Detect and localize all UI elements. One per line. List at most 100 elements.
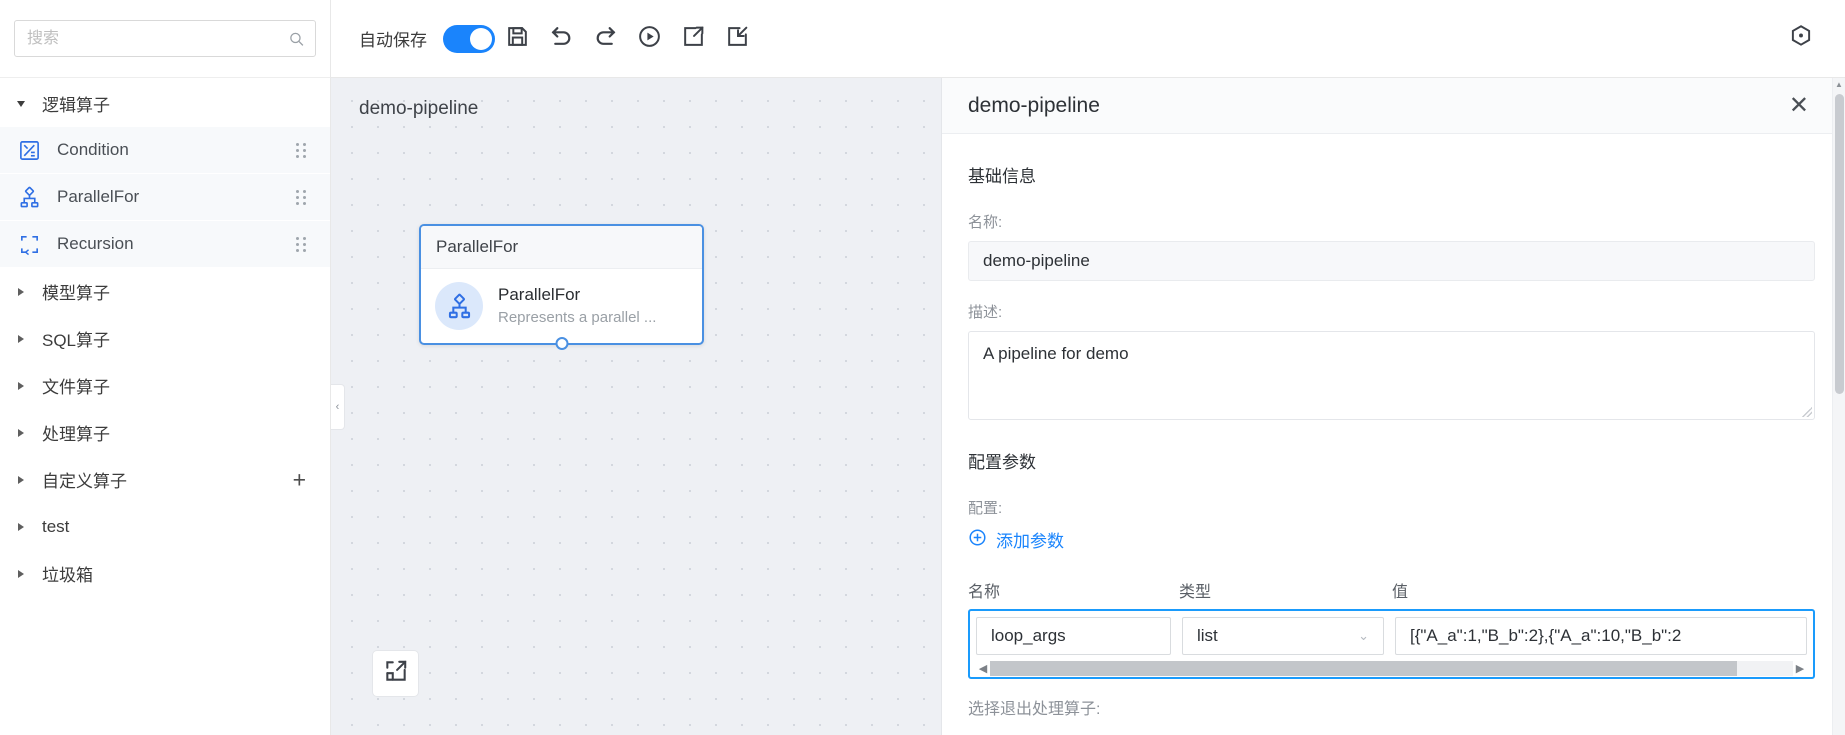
export-button[interactable] [671, 17, 715, 61]
parameter-horizontal-scrollbar[interactable]: ◀ ▶ [976, 660, 1807, 677]
drag-handle-icon[interactable] [296, 237, 308, 251]
close-icon[interactable]: ✕ [1783, 90, 1815, 122]
pipeline-canvas[interactable]: demo-pipeline ParallelFor [331, 78, 941, 735]
sidebar-group-label: 处理算子 [42, 420, 110, 445]
canvas-pipeline-title: demo-pipeline [359, 98, 478, 120]
chevron-left-icon: ‹ [336, 401, 340, 413]
sidebar-group-process[interactable]: 处理算子 [0, 409, 330, 456]
scrollbar-track[interactable] [990, 661, 1793, 676]
sidebar-item-parallelfor[interactable]: ParallelFor [0, 174, 330, 221]
scroll-left-icon[interactable]: ◀ [976, 662, 990, 675]
params-section-title: 配置参数 [968, 448, 1815, 473]
settings-button[interactable] [1779, 17, 1823, 61]
editor-body: demo-pipeline ParallelFor [331, 78, 1845, 735]
import-button[interactable] [715, 17, 759, 61]
column-header-value: 值 [1392, 578, 1815, 602]
scroll-right-icon[interactable]: ▶ [1793, 662, 1807, 675]
operator-sidebar: 逻辑算子 Condition [0, 0, 331, 735]
toggle-knob [470, 28, 492, 50]
run-button[interactable] [627, 17, 671, 61]
chevron-down-icon [14, 101, 28, 107]
search-area [0, 0, 330, 78]
panel-scrollbar-thumb[interactable] [1835, 94, 1844, 394]
sidebar-group-label: 逻辑算子 [42, 91, 110, 116]
sidebar-group-label: 垃圾箱 [42, 561, 93, 586]
chevron-right-icon [14, 523, 28, 531]
import-box-arrow-in-icon [725, 24, 750, 54]
autosave-toggle[interactable] [443, 25, 495, 53]
search-icon [288, 30, 305, 47]
parameter-row-container: loop_args list ⌄ [{"A_a":1,"B_b":2},{"A_… [968, 609, 1815, 679]
sidebar-item-label: Condition [57, 140, 129, 160]
toolbar: 自动保存 [331, 0, 1845, 78]
redo-arrow-icon [593, 24, 618, 54]
panel-header: demo-pipeline ✕ [942, 78, 1845, 134]
name-input[interactable]: demo-pipeline [968, 241, 1815, 281]
sidebar-item-condition[interactable]: Condition [0, 127, 330, 174]
sidebar-item-label: Recursion [57, 234, 134, 254]
name-field-label: 名称: [968, 211, 1815, 232]
parameter-table-headers: 名称 类型 值 [968, 578, 1815, 602]
drag-handle-icon[interactable] [296, 143, 308, 157]
sidebar-group-label: 模型算子 [42, 279, 110, 304]
node-description: Represents a parallel ... [498, 307, 656, 328]
node-header: ParallelFor [421, 226, 702, 269]
redo-button[interactable] [583, 17, 627, 61]
search-input[interactable] [15, 21, 315, 56]
recursion-icon [18, 233, 41, 256]
chevron-down-icon: ⌄ [1358, 628, 1369, 644]
description-field-label: 描述: [968, 301, 1815, 322]
floppy-save-icon [505, 24, 530, 54]
add-parameter-button[interactable]: 添加参数 [968, 527, 1064, 552]
sidebar-item-label: ParallelFor [57, 187, 139, 207]
sidebar-group-label: 文件算子 [42, 373, 110, 398]
sidebar-group-logic[interactable]: 逻辑算子 [0, 80, 330, 127]
save-button[interactable] [495, 17, 539, 61]
plus-circle-icon [968, 528, 987, 552]
fit-to-screen-button[interactable] [372, 650, 419, 697]
sidebar-group-trash[interactable]: 垃圾箱 [0, 550, 330, 597]
parallel-for-icon [435, 282, 483, 330]
play-circle-icon [637, 24, 662, 54]
panel-vertical-scrollbar[interactable]: ▲ [1832, 78, 1845, 735]
drag-handle-icon[interactable] [296, 190, 308, 204]
basic-info-section-title: 基础信息 [968, 162, 1815, 187]
exit-operator-label: 选择退出处理算子: [968, 695, 1815, 719]
sidebar-group-test[interactable]: test [0, 503, 330, 550]
panel-title: demo-pipeline [968, 94, 1783, 118]
sidebar-group-sql[interactable]: SQL算子 [0, 315, 330, 362]
chevron-right-icon [14, 335, 28, 343]
param-value-input[interactable]: [{"A_a":1,"B_b":2},{"A_a":10,"B_b":2 [1395, 617, 1807, 655]
undo-arrow-icon [549, 24, 574, 54]
chevron-right-icon [14, 476, 28, 484]
chevron-right-icon [14, 570, 28, 578]
chevron-right-icon [14, 382, 28, 390]
description-textarea[interactable]: A pipeline for demo [968, 331, 1815, 420]
sidebar-group-custom[interactable]: 自定义算子 + [0, 456, 330, 503]
sidebar-group-file[interactable]: 文件算子 [0, 362, 330, 409]
column-header-type: 类型 [1179, 578, 1392, 602]
sidebar-collapse-handle[interactable]: ‹ [331, 384, 345, 430]
param-type-select[interactable]: list ⌄ [1182, 617, 1384, 655]
add-parameter-label: 添加参数 [996, 527, 1064, 552]
scrollbar-thumb[interactable] [990, 661, 1737, 676]
add-custom-operator-button[interactable]: + [293, 468, 306, 491]
operator-tree: 逻辑算子 Condition [0, 78, 330, 735]
node-name: ParallelFor [498, 284, 656, 307]
search-box[interactable] [14, 20, 316, 57]
scroll-up-icon[interactable]: ▲ [1833, 78, 1845, 91]
undo-button[interactable] [539, 17, 583, 61]
node-output-port[interactable] [555, 337, 568, 350]
panel-content: 基础信息 名称: demo-pipeline 描述: A pipeline fo… [942, 134, 1845, 735]
param-name-input[interactable]: loop_args [976, 617, 1171, 655]
canvas-node-parallelfor[interactable]: ParallelFor ParallelFor [419, 224, 704, 345]
resize-grip-icon[interactable] [1802, 407, 1812, 417]
sidebar-group-model[interactable]: 模型算子 [0, 268, 330, 315]
param-type-value: list [1197, 626, 1218, 646]
description-text: A pipeline for demo [983, 344, 1129, 363]
table-row: loop_args list ⌄ [{"A_a":1,"B_b":2},{"A_… [976, 617, 1807, 655]
config-label: 配置: [968, 497, 1815, 518]
sidebar-item-recursion[interactable]: Recursion [0, 221, 330, 268]
autosave-label: 自动保存 [359, 26, 427, 51]
column-header-name: 名称 [968, 578, 1179, 602]
